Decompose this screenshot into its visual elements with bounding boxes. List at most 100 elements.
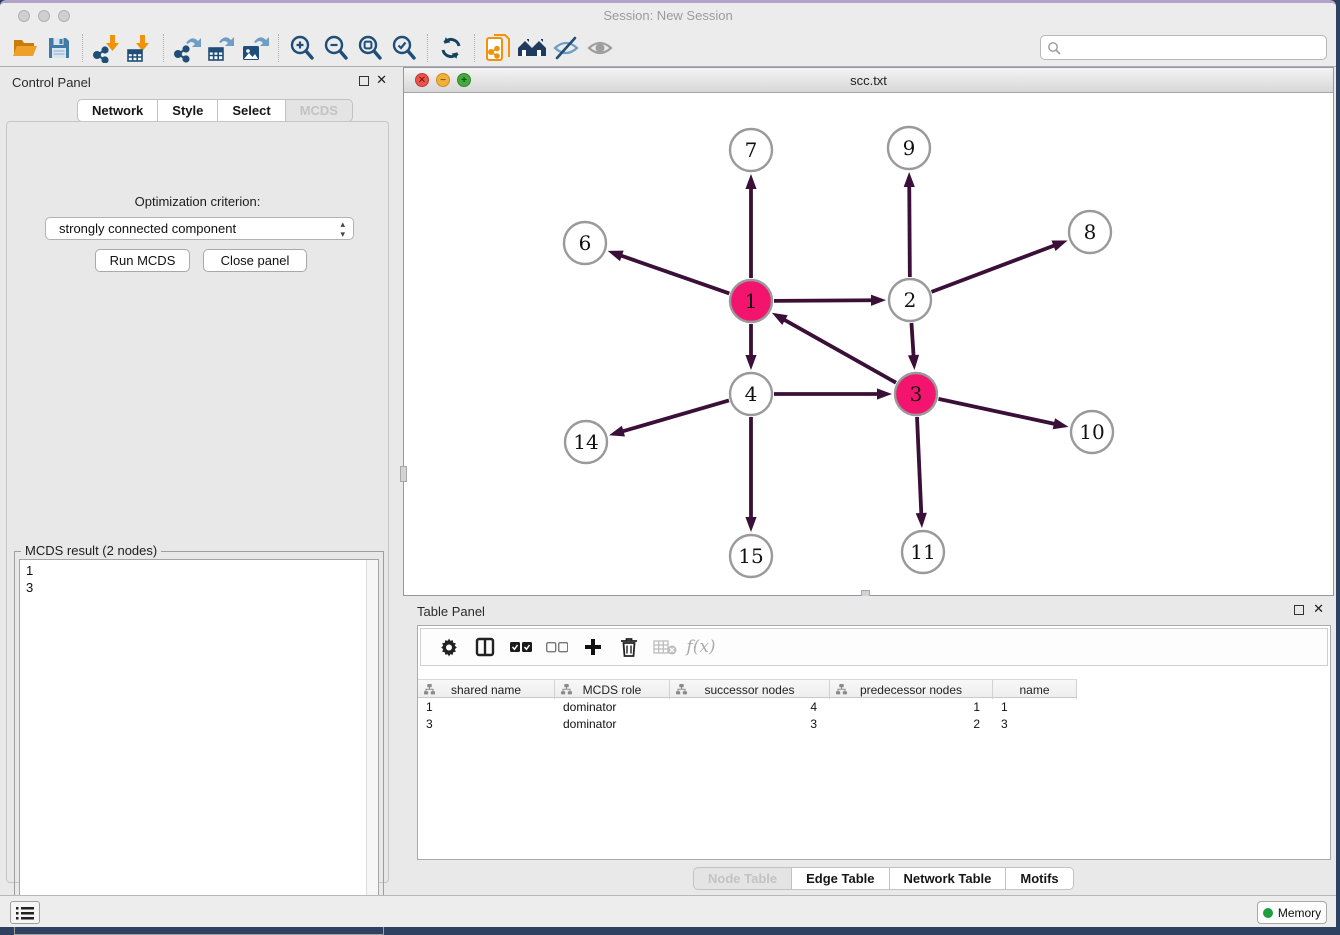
control-panel: Control Panel ✕ Network Style Select MCD… bbox=[0, 67, 395, 895]
add-column-button[interactable] bbox=[575, 632, 611, 662]
tab-motifs[interactable]: Motifs bbox=[1006, 867, 1073, 890]
select-all-rows-button[interactable] bbox=[503, 632, 539, 662]
toolbar-separator bbox=[427, 34, 428, 62]
zoom-fit-button[interactable] bbox=[353, 32, 387, 64]
status-bar: Memory bbox=[0, 895, 1336, 927]
tab-network[interactable]: Network bbox=[77, 99, 158, 122]
table-cell[interactable]: 3 bbox=[993, 715, 1077, 732]
result-scrollbar[interactable] bbox=[366, 560, 378, 925]
zoom-selected-button[interactable] bbox=[387, 32, 421, 64]
graph-edge-3-11[interactable] bbox=[917, 417, 921, 516]
list-icon bbox=[16, 906, 34, 920]
delete-column-button[interactable] bbox=[611, 632, 647, 662]
table-header-row: shared nameMCDS rolesuccessor nodesprede… bbox=[418, 679, 1077, 698]
open-session-button[interactable] bbox=[8, 32, 42, 64]
import-network-button[interactable] bbox=[89, 32, 123, 64]
graph-edge-2-9[interactable] bbox=[909, 184, 910, 277]
close-table-panel-icon[interactable]: ✕ bbox=[1313, 601, 1324, 617]
column-header-MCDS-role[interactable]: MCDS role bbox=[555, 680, 670, 699]
table-tabs: Node Table Edge Table Network Table Moti… bbox=[693, 867, 1074, 890]
table-settings-button[interactable] bbox=[431, 632, 467, 662]
memory-button[interactable]: Memory bbox=[1257, 901, 1327, 924]
tree-icon bbox=[561, 684, 572, 698]
network-title: scc.txt bbox=[404, 73, 1333, 88]
graph-node-label: 7 bbox=[745, 138, 758, 162]
graph-edge-3-10[interactable] bbox=[938, 399, 1056, 425]
zoom-out-button[interactable] bbox=[319, 32, 353, 64]
import-network-icon bbox=[91, 33, 121, 63]
edge-arrowhead bbox=[745, 517, 756, 532]
table-cell[interactable]: 1 bbox=[830, 698, 993, 715]
column-header-name[interactable]: name bbox=[993, 680, 1077, 699]
graph-edge-4-14[interactable] bbox=[621, 400, 729, 432]
deselect-all-rows-button[interactable] bbox=[539, 632, 575, 662]
criterion-select[interactable]: strongly connected component ▴▾ bbox=[45, 217, 354, 240]
zoom-in-button[interactable] bbox=[285, 32, 319, 64]
tab-mcds[interactable]: MCDS bbox=[286, 99, 353, 122]
search-input[interactable] bbox=[1061, 38, 1326, 58]
table-row[interactable]: 3dominator323 bbox=[418, 715, 1077, 732]
table-cell[interactable]: 3 bbox=[670, 715, 830, 732]
table-toolbar: f(x) bbox=[420, 628, 1328, 666]
import-table-icon bbox=[125, 33, 155, 63]
network-canvas[interactable]: 7968124314101511 bbox=[404, 93, 1333, 595]
table-row[interactable]: 1dominator411 bbox=[418, 698, 1077, 715]
new-network-from-selection-button[interactable] bbox=[481, 32, 515, 64]
graph-node-label: 2 bbox=[904, 288, 917, 312]
table-cell[interactable]: 2 bbox=[830, 715, 993, 732]
graph-edge-1-6[interactable] bbox=[619, 255, 729, 294]
show-graphics-details-button[interactable] bbox=[583, 32, 617, 64]
refresh-view-button[interactable] bbox=[434, 32, 468, 64]
tab-node-table[interactable]: Node Table bbox=[693, 867, 792, 890]
tab-select[interactable]: Select bbox=[218, 99, 285, 122]
graph-node-label: 15 bbox=[738, 544, 763, 568]
home-neighbors-button[interactable] bbox=[515, 32, 549, 64]
table-cell[interactable]: dominator bbox=[555, 698, 670, 715]
edge-arrowhead bbox=[745, 355, 756, 370]
save-session-button[interactable] bbox=[42, 32, 76, 64]
graph-edge-2-8[interactable] bbox=[932, 245, 1057, 292]
table-cell[interactable]: 4 bbox=[670, 698, 830, 715]
tab-network-table[interactable]: Network Table bbox=[890, 867, 1007, 890]
column-header-shared-name[interactable]: shared name bbox=[418, 680, 555, 699]
graph-node-label: 11 bbox=[910, 540, 935, 564]
export-table-button[interactable] bbox=[204, 32, 238, 64]
network-titlebar[interactable]: ✕ − + scc.txt bbox=[404, 68, 1333, 93]
table-cell[interactable]: dominator bbox=[555, 715, 670, 732]
table-cell[interactable]: 3 bbox=[418, 715, 555, 732]
control-panel-tabs: Network Style Select MCDS bbox=[77, 99, 353, 122]
close-panel-icon[interactable]: ✕ bbox=[376, 72, 387, 88]
mcds-result-text: 1 3 bbox=[26, 562, 33, 596]
hide-graphics-details-button[interactable] bbox=[549, 32, 583, 64]
column-header-predecessor-nodes[interactable]: predecessor nodes bbox=[830, 680, 993, 699]
close-panel-button[interactable]: Close panel bbox=[203, 249, 307, 272]
graph-edge-2-3[interactable] bbox=[911, 323, 913, 358]
tab-style[interactable]: Style bbox=[158, 99, 218, 122]
export-image-button[interactable] bbox=[238, 32, 272, 64]
table-cell[interactable]: 1 bbox=[418, 698, 555, 715]
column-header-successor-nodes[interactable]: successor nodes bbox=[670, 680, 830, 699]
split-table-view-button[interactable] bbox=[467, 632, 503, 662]
table-cell[interactable]: 1 bbox=[993, 698, 1077, 715]
graph-node-label: 9 bbox=[903, 136, 916, 160]
criterion-value: strongly connected component bbox=[59, 221, 236, 236]
delete-table-button[interactable] bbox=[647, 632, 683, 662]
search-field[interactable] bbox=[1040, 35, 1327, 60]
toolbar-separator bbox=[474, 34, 475, 62]
function-builder-button[interactable]: f(x) bbox=[683, 632, 719, 662]
task-history-button[interactable] bbox=[10, 901, 40, 924]
import-table-button[interactable] bbox=[123, 32, 157, 64]
export-network-button[interactable] bbox=[170, 32, 204, 64]
float-table-panel-icon[interactable] bbox=[1294, 605, 1304, 615]
splitter-grip-left[interactable] bbox=[400, 466, 407, 482]
tab-edge-table[interactable]: Edge Table bbox=[792, 867, 889, 890]
mcds-result-groupbox: MCDS result (2 nodes) 1 3 bbox=[14, 551, 384, 935]
float-panel-icon[interactable] bbox=[359, 76, 369, 86]
edge-arrowhead bbox=[1052, 240, 1068, 251]
run-mcds-button[interactable]: Run MCDS bbox=[95, 249, 190, 272]
hide-details-icon bbox=[552, 35, 580, 61]
toolbar-separator bbox=[163, 34, 164, 62]
graph-edge-3-1[interactable] bbox=[782, 319, 896, 383]
column-header-label: name bbox=[1019, 683, 1049, 697]
graph-edge-1-2[interactable] bbox=[774, 300, 874, 301]
